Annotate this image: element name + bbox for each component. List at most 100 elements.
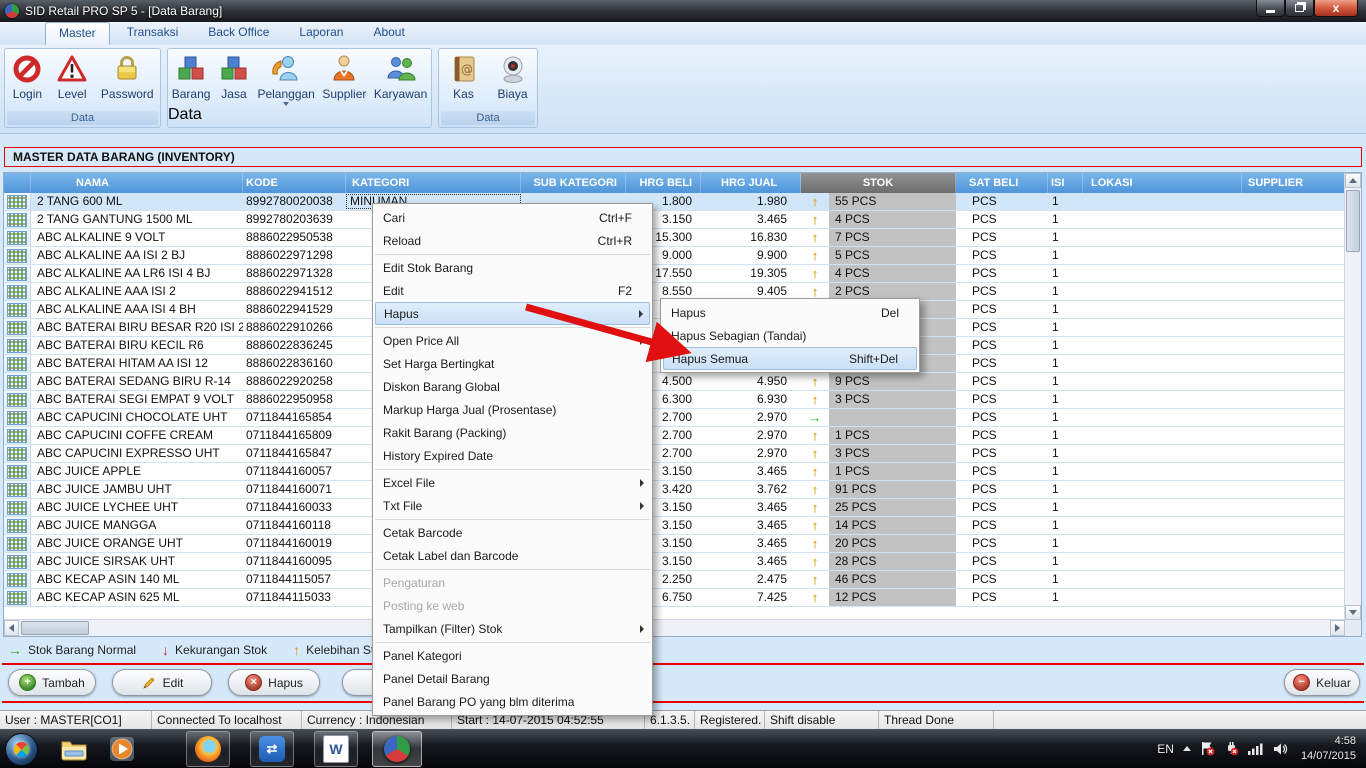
menu-item[interactable]: Panel Kategori — [373, 644, 652, 667]
table-row[interactable]: ABC JUICE ORANGE UHT 0711844160019 3.150… — [4, 535, 1345, 553]
level-button[interactable]: Level — [54, 53, 90, 100]
scroll-up-button[interactable] — [1345, 173, 1361, 188]
edit-button[interactable]: Edit — [112, 669, 212, 696]
menu-item[interactable]: Panel Detail Barang — [373, 667, 652, 690]
table-row[interactable]: ABC ALKALINE AA LR6 ISI 4 BJ 88860229713… — [4, 265, 1345, 283]
menu-item[interactable]: Panel Barang PO yang blm diterima — [373, 690, 652, 713]
table-row[interactable]: ABC ALKALINE AA ISI 2 BJ 8886022971298 9… — [4, 247, 1345, 265]
table-row[interactable]: ABC ALKALINE 9 VOLT 8886022950538 15.300… — [4, 229, 1345, 247]
menu-item[interactable]: Pengaturan — [373, 571, 652, 594]
tambah-button[interactable]: Tambah — [8, 669, 96, 696]
column-header[interactable]: NAMA — [31, 173, 243, 193]
row-grid-icon[interactable] — [4, 301, 31, 318]
barang-button[interactable]: Barang — [170, 53, 213, 100]
scroll-down-button[interactable] — [1345, 605, 1361, 620]
supplier-button[interactable]: Supplier — [320, 53, 368, 100]
network-signal-icon[interactable] — [1248, 742, 1264, 755]
hapus-button[interactable]: Hapus — [228, 669, 320, 696]
table-row[interactable]: ABC JUICE JAMBU UHT 0711844160071 3.420 … — [4, 481, 1345, 499]
row-grid-icon[interactable] — [4, 265, 31, 282]
menu-item[interactable]: Rakit Barang (Packing) — [373, 421, 652, 444]
table-row[interactable]: ABC JUICE APPLE 0711844160057 3.150 3.46… — [4, 463, 1345, 481]
row-grid-icon[interactable] — [4, 517, 31, 534]
menu-item[interactable]: Set Harga Bertingkat — [373, 352, 652, 375]
column-header[interactable]: SAT BELI — [956, 173, 1048, 193]
menu-item[interactable]: Edit F2 — [373, 279, 652, 302]
scroll-left-button[interactable] — [4, 620, 19, 636]
row-grid-icon[interactable] — [4, 247, 31, 264]
row-grid-icon[interactable] — [4, 373, 31, 390]
start-button[interactable] — [5, 733, 38, 766]
table-row[interactable]: ABC BATERAI SEGI EMPAT 9 VOLT 8886022950… — [4, 391, 1345, 409]
row-grid-icon[interactable] — [4, 589, 31, 606]
column-header[interactable]: ISI — [1048, 173, 1083, 193]
login-button[interactable]: Login — [9, 53, 45, 100]
row-grid-icon[interactable] — [4, 571, 31, 588]
menu-item[interactable]: Diskon Barang Global — [373, 375, 652, 398]
menu-tab[interactable]: Back Office — [195, 22, 282, 45]
row-grid-icon[interactable] — [4, 463, 31, 480]
row-grid-icon[interactable] — [4, 391, 31, 408]
clock[interactable]: 4:58 14/07/2015 — [1301, 734, 1356, 763]
jasa-button[interactable]: Jasa — [216, 53, 252, 100]
speaker-icon[interactable] — [1273, 742, 1288, 756]
row-grid-icon[interactable] — [4, 535, 31, 552]
close-button[interactable] — [1314, 0, 1358, 17]
table-row[interactable]: ABC CAPUCINI EXPRESSO UHT 0711844165847 … — [4, 445, 1345, 463]
menu-tab[interactable]: Master — [45, 22, 110, 45]
horizontal-scrollbar[interactable] — [4, 619, 1345, 636]
table-row[interactable]: 2 TANG GANTUNG 1500 ML 8992780203639 3.1… — [4, 211, 1345, 229]
row-grid-icon[interactable] — [4, 553, 31, 570]
submenu-item[interactable]: Hapus Sebagian (Tandai) — [661, 324, 919, 347]
row-grid-icon[interactable] — [4, 229, 31, 246]
menu-item[interactable]: History Expired Date — [373, 444, 652, 467]
row-grid-icon[interactable] — [4, 409, 31, 426]
menu-tab[interactable]: About — [360, 22, 417, 45]
submenu-item[interactable]: Hapus Semua Shift+Del — [663, 347, 917, 370]
menu-tab[interactable]: Laporan — [286, 22, 356, 45]
vertical-scrollbar[interactable] — [1344, 173, 1361, 620]
karyawan-button[interactable]: Karyawan — [372, 53, 429, 100]
menu-item[interactable]: Markup Harga Jual (Prosentase) — [373, 398, 652, 421]
kas-button[interactable]: @ Kas — [446, 53, 482, 100]
row-grid-icon[interactable] — [4, 211, 31, 228]
power-plug-icon[interactable] — [1224, 741, 1239, 756]
menu-item[interactable]: Cari Ctrl+F — [373, 206, 652, 229]
row-grid-icon[interactable] — [4, 337, 31, 354]
table-row[interactable]: ABC CAPUCINI CHOCOLATE UHT 0711844165854… — [4, 409, 1345, 427]
taskbar-sid-retail-button[interactable] — [372, 731, 422, 767]
menu-item[interactable]: Excel File — [373, 471, 652, 494]
table-row[interactable]: ABC JUICE LYCHEE UHT 0711844160033 3.150… — [4, 499, 1345, 517]
column-header[interactable]: SUPPLIER — [1242, 173, 1345, 193]
table-row[interactable]: ABC KECAP ASIN 625 ML 0711844115033 6.75… — [4, 589, 1345, 607]
row-grid-icon[interactable] — [4, 355, 31, 372]
table-row[interactable]: ABC JUICE MANGGA 0711844160118 3.150 3.4… — [4, 517, 1345, 535]
column-header[interactable]: KODE — [243, 173, 346, 193]
column-header[interactable]: KATEGORI — [346, 173, 521, 193]
menu-tab[interactable]: Transaksi — [114, 22, 192, 45]
row-grid-icon[interactable] — [4, 481, 31, 498]
menu-item[interactable]: Cetak Label dan Barcode — [373, 544, 652, 567]
menu-item[interactable]: Open Price All — [373, 329, 652, 352]
show-hidden-icons-button[interactable] — [1183, 746, 1191, 751]
table-row[interactable]: ABC JUICE SIRSAK UHT 0711844160095 3.150… — [4, 553, 1345, 571]
menu-item[interactable]: Cetak Barcode — [373, 521, 652, 544]
table-row[interactable]: 2 TANG 600 ML 8992780020038 MINUMAN 1.80… — [4, 193, 1345, 211]
menu-item[interactable]: Edit Stok Barang — [373, 256, 652, 279]
taskbar-firefox-button[interactable] — [186, 731, 230, 767]
submenu-item[interactable]: Hapus Del — [661, 301, 919, 324]
column-header[interactable]: HRG BELI — [626, 173, 701, 193]
language-indicator[interactable]: EN — [1157, 742, 1174, 756]
row-grid-icon[interactable] — [4, 427, 31, 444]
menu-item[interactable]: Reload Ctrl+R — [373, 229, 652, 252]
taskbar-media-player-button[interactable] — [100, 731, 144, 767]
row-grid-icon[interactable] — [4, 283, 31, 300]
row-grid-icon[interactable] — [4, 499, 31, 516]
column-header[interactable]: LOKASI — [1083, 173, 1242, 193]
column-header[interactable]: STOK — [801, 173, 956, 193]
password-button[interactable]: Password — [99, 53, 156, 100]
minimize-button[interactable] — [1256, 0, 1285, 17]
horizontal-scroll-thumb[interactable] — [21, 621, 89, 635]
column-header[interactable]: HRG JUAL — [701, 173, 801, 193]
menu-item[interactable]: Posting ke web — [373, 594, 652, 617]
